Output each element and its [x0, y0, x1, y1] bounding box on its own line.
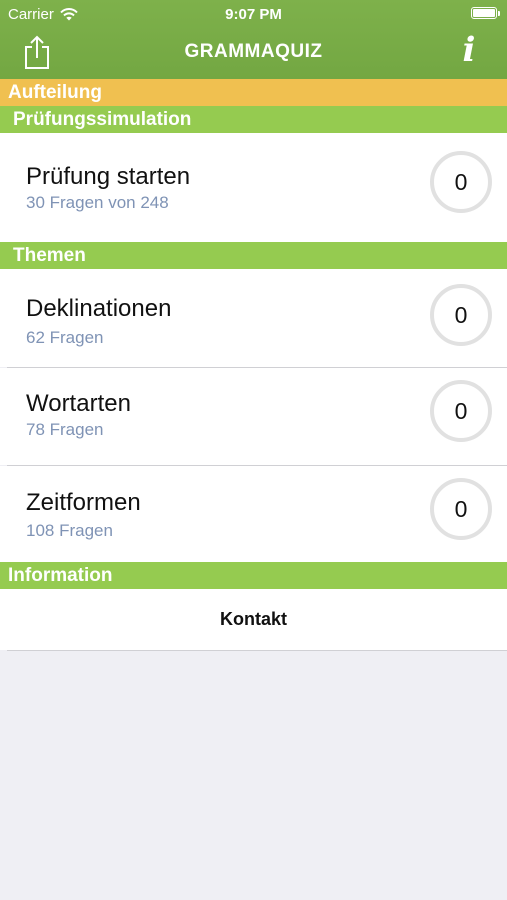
- topic-subtitle: 62 Fragen: [26, 328, 104, 347]
- contact-button[interactable]: Kontakt: [0, 589, 507, 650]
- section-header-pruefungssimulation: Prüfungssimulation: [0, 106, 507, 133]
- topic-row-zeitformen[interactable]: Zeitformen 108 Fragen 0: [0, 466, 507, 562]
- battery-icon: [471, 7, 500, 19]
- row-divider: [7, 650, 507, 651]
- progress-ring: 0: [430, 380, 492, 442]
- app-title: GRAMMAQUIZ: [184, 41, 323, 62]
- topic-title: Deklinationen: [26, 295, 172, 322]
- exam-start-title: Prüfung starten: [26, 163, 191, 190]
- status-time: 9:07 PM: [225, 6, 282, 23]
- exam-start-row[interactable]: Prüfung starten 30 Fragen von 248 0: [0, 133, 507, 242]
- section-header-aufteilung: Aufteilung: [0, 79, 507, 106]
- topic-subtitle: 108 Fragen: [26, 521, 113, 540]
- navigation-bar: Carrier 9:07 PM GRAMMAQUIZ i: [0, 0, 507, 79]
- status-bar: Carrier 9:07 PM: [0, 0, 507, 28]
- section-header-themen: Themen: [0, 242, 507, 269]
- topic-row-deklinationen[interactable]: Deklinationen 62 Fragen 0: [0, 269, 507, 367]
- progress-ring: 0: [430, 151, 492, 213]
- topic-title: Wortarten: [26, 390, 131, 417]
- exam-start-subtitle: 30 Fragen von 248: [26, 193, 169, 212]
- progress-ring: 0: [430, 478, 492, 540]
- topic-row-wortarten[interactable]: Wortarten 78 Fragen 0: [0, 368, 507, 465]
- topic-title: Zeitformen: [26, 489, 141, 516]
- topic-subtitle: 78 Fragen: [26, 420, 104, 439]
- info-icon[interactable]: i: [457, 30, 481, 70]
- section-header-information: Information: [0, 562, 507, 589]
- progress-ring: 0: [430, 284, 492, 346]
